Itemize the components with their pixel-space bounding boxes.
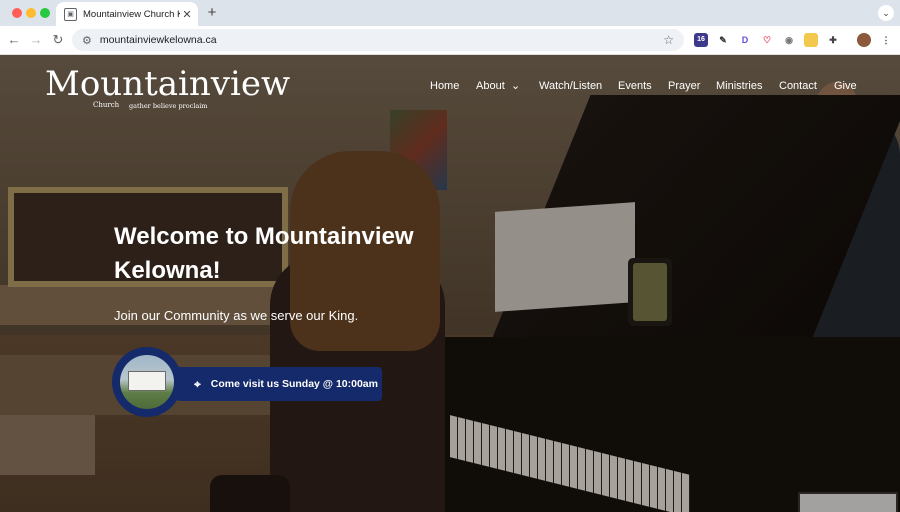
close-window-button[interactable]	[12, 8, 22, 18]
camera-icon[interactable]: ◉	[782, 33, 796, 47]
logo-wordmark: Mountainview	[45, 64, 291, 104]
back-arrow-icon[interactable]: ←	[6, 32, 22, 48]
minimize-window-button[interactable]	[26, 8, 36, 18]
browser-toolbar: ← → ↻ ⚙ mountainviewkelowna.ca ☆ 16 ✎ D …	[0, 26, 900, 55]
logo-tagline: gather believe proclaim	[129, 102, 208, 110]
nav-contact[interactable]: Contact	[779, 80, 817, 92]
extension-badge-icon[interactable]: 16	[694, 33, 708, 47]
tag-icon[interactable]	[804, 33, 818, 47]
menu-dots-icon[interactable]: ⋮	[879, 33, 893, 47]
hero-section: Mountainview Church gather believe procl…	[0, 55, 900, 512]
tab-bar: ▣ Mountainview Church Kelown ✕ + ⌄	[0, 0, 900, 26]
maximize-window-button[interactable]	[40, 8, 50, 18]
tab-title: Mountainview Church Kelown	[83, 8, 180, 20]
avatar[interactable]	[857, 33, 871, 47]
url-text[interactable]: mountainviewkelowna.ca	[100, 34, 663, 46]
browser-tab[interactable]: ▣ Mountainview Church Kelown ✕	[56, 2, 198, 26]
hero-subline: Join our Community as we serve our King.	[114, 308, 359, 323]
church-sign-image	[120, 355, 174, 409]
nav-events[interactable]: Events	[618, 80, 652, 92]
bookmark-star-icon[interactable]: ☆	[663, 33, 674, 47]
d-icon[interactable]: D	[738, 33, 752, 47]
pocket-icon[interactable]: ♡	[760, 33, 774, 47]
pen-icon[interactable]: ✎	[716, 33, 730, 47]
visit-sunday-button[interactable]: ⌖ Come visit us Sunday @ 10:00am	[176, 367, 382, 401]
site-logo[interactable]: Mountainview Church gather believe procl…	[45, 64, 290, 114]
site-favicon-icon: ▣	[64, 7, 77, 21]
nav-home[interactable]: Home	[430, 80, 459, 92]
church-sign-picture	[128, 371, 166, 391]
nav-watch-listen[interactable]: Watch/Listen	[539, 80, 602, 92]
new-tab-button[interactable]: +	[204, 4, 220, 21]
nav-prayer[interactable]: Prayer	[668, 80, 700, 92]
nav-about[interactable]: About	[476, 80, 505, 92]
hero-headline: Welcome to Mountainview Kelowna!	[114, 223, 414, 284]
nav-give[interactable]: Give	[834, 80, 857, 92]
tab-close-icon[interactable]: ✕	[180, 8, 194, 21]
nav-ministries[interactable]: Ministries	[716, 80, 762, 92]
chevron-down-icon[interactable]: ⌄	[511, 79, 520, 92]
logo-church-text: Church	[93, 101, 120, 109]
location-pin-icon: ⌖	[194, 376, 201, 391]
puzzle-icon[interactable]: ✚	[826, 33, 840, 47]
address-bar[interactable]: ⚙ mountainviewkelowna.ca ☆	[72, 29, 684, 51]
tab-search-chevron-icon[interactable]: ⌄	[878, 5, 894, 21]
reload-icon[interactable]: ↻	[50, 32, 66, 48]
cta-label: Come visit us Sunday @ 10:00am	[210, 378, 378, 390]
forward-arrow-icon[interactable]: →	[28, 32, 44, 48]
site-settings-icon[interactable]: ⚙	[82, 34, 92, 47]
extension-badge-count: 16	[697, 36, 705, 43]
